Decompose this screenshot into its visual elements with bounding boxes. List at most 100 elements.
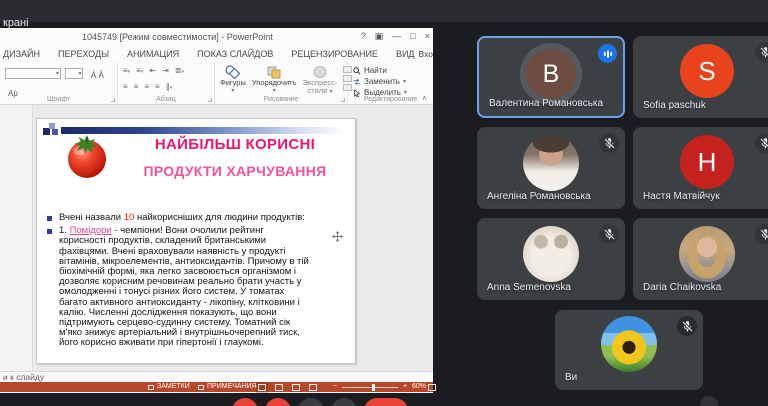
slideshow-view-button[interactable] (309, 384, 317, 391)
shapes-button[interactable]: Фигуры▾ (220, 65, 246, 95)
normal-view-button[interactable] (258, 384, 266, 391)
line-spacing-button[interactable]: ≣▾ (175, 66, 184, 77)
find-icon (353, 67, 361, 75)
replace-button[interactable]: Заменить▾ (353, 77, 429, 86)
align-right-button[interactable]: ≡ (144, 82, 149, 93)
bullet-marker (47, 229, 52, 234)
meet-window: крані 1045749 [Режим совместимости] - Po… (0, 0, 768, 406)
ribbon-options-button[interactable]: ▣ (375, 31, 384, 42)
notes-pane[interactable]: и к слайду (0, 371, 433, 382)
highlight-number: 10 (124, 212, 135, 223)
screen-share-banner-text: крані (3, 17, 29, 29)
zoom-in-button[interactable]: + (403, 382, 407, 392)
raise-hand-button[interactable] (331, 398, 357, 406)
tab-design[interactable]: ДИЗАЙН (0, 49, 49, 59)
avatar-photo (679, 226, 735, 282)
slide-thumbnails-panel[interactable] (0, 105, 33, 371)
reading-view-button[interactable] (292, 384, 300, 391)
grow-font-button[interactable]: А́ А̌ (91, 71, 104, 80)
avatar: H (680, 135, 734, 189)
participant-name: Anna Semenovska (487, 282, 571, 293)
font-name-combo[interactable]: ▾ (5, 68, 61, 79)
quick-styles-button[interactable]: Экспресс- стили ▾ (303, 65, 338, 96)
participant-name: Валентина Романовська (489, 98, 603, 109)
paragraph-dialog-launcher[interactable] (208, 98, 212, 102)
align-left-button[interactable]: ≡ (123, 82, 128, 93)
camera-button[interactable] (265, 398, 291, 406)
mic-off-icon (755, 42, 768, 62)
captions-button[interactable] (298, 398, 324, 406)
drawing-dialog-launcher[interactable] (341, 98, 345, 102)
zoom-slider[interactable] (342, 387, 398, 388)
tomato-image (63, 133, 111, 179)
paragraph-group-label: Абзац (118, 96, 214, 103)
slide-editing-area: НАЙБІЛЬШ КОРИСНІ ПРОДУКТИ ХАРЧУВАННЯ Вче… (0, 105, 433, 371)
quick-styles-icon (312, 65, 328, 79)
numbered-list-button[interactable]: ≡▾ (136, 66, 143, 77)
participant-name: Ви (565, 372, 577, 383)
zoom-out-button[interactable]: − (333, 382, 337, 392)
ribbon-group-font: ▾ ▾ А́ А̌ Ар Ж К Ч S AV Aa A Шрифт (0, 62, 118, 104)
bullet-item: Вчені назвали 10 найкорисніших для людин… (47, 213, 309, 223)
screen-share-banner (0, 0, 768, 22)
indent-decrease-button[interactable]: ⇤ (149, 66, 156, 77)
notes-toggle-button[interactable]: ЗАМЕТКИ (148, 382, 190, 392)
avatar: B (526, 49, 576, 99)
slide-title-line1: НАЙБІЛЬШ КОРИСНІ (121, 136, 349, 153)
sign-in-button[interactable]: Вхо (419, 49, 433, 59)
participant-tile[interactable]: Daria Chaikovska (633, 218, 768, 300)
notes-icon (148, 385, 154, 390)
ribbon-group-drawing: Фигуры▾ Упорядочить▾ Экспресс- (215, 62, 348, 104)
ribbon-group-editing: Найти Заменить▾ Выделить▾ (348, 62, 433, 104)
bullet-marker (47, 216, 52, 221)
font-size-combo[interactable]: ▾ (65, 68, 83, 79)
font-dialog-launcher[interactable] (111, 98, 115, 102)
powerpoint-titlebar: 1045749 [Режим совместимости] - PowerPoi… (0, 28, 433, 46)
move-cursor-icon (332, 231, 343, 242)
close-button[interactable]: × (425, 31, 430, 42)
slide-decoration-square (43, 128, 50, 135)
mic-off-icon (755, 224, 768, 244)
editing-group-label: Редактирование (348, 96, 433, 103)
mic-off-icon (599, 224, 619, 244)
tab-transitions[interactable]: ПЕРЕХОДЫ (49, 49, 118, 59)
help-button[interactable]: ? (361, 31, 366, 42)
indent-increase-button[interactable]: ⇥ (162, 66, 169, 77)
participant-tile[interactable]: S Sofia paschuk (633, 36, 768, 118)
collapse-ribbon-button[interactable]: ∧ (422, 94, 427, 102)
zoom-slider-thumb[interactable] (372, 384, 375, 391)
bullet-text: Вчені назвали 10 найкорисніших для людин… (59, 213, 305, 223)
participant-tile[interactable]: Ангеліна Романовська (477, 127, 625, 209)
comments-toggle-button[interactable]: ПРИМЕЧАНИЯ (198, 382, 257, 392)
ribbon: ▾ ▾ А́ А̌ Ар Ж К Ч S AV Aa A Шрифт (0, 62, 433, 105)
tab-animations[interactable]: АНИМАЦИЯ (118, 49, 188, 59)
font-group-label: Шрифт (0, 96, 117, 103)
participant-tile-self[interactable]: Ви (555, 310, 703, 390)
arrange-button[interactable]: Упорядочить▾ (252, 65, 297, 95)
slide-canvas[interactable]: НАЙБІЛЬШ КОРИСНІ ПРОДУКТИ ХАРЧУВАННЯ Вче… (36, 118, 356, 364)
mic-off-icon (755, 133, 768, 153)
participant-tile[interactable]: Anna Semenovska (477, 218, 625, 300)
mic-off-icon (599, 133, 619, 153)
fit-slide-button[interactable] (428, 384, 436, 391)
more-participants-button[interactable] (700, 396, 718, 406)
minimize-button[interactable]: — (392, 31, 401, 42)
align-center-button[interactable]: ≡ (134, 82, 139, 93)
bullet-list-button[interactable]: ≡▾ (123, 66, 130, 77)
tab-review[interactable]: РЕЦЕНЗИРОВАНИЕ (282, 49, 387, 59)
participant-tile[interactable]: H Настя Матвійчук (633, 127, 768, 209)
slide-sorter-view-button[interactable] (275, 384, 283, 391)
find-button[interactable]: Найти (353, 66, 429, 75)
leave-call-button[interactable] (364, 398, 408, 406)
slide-title: НАЙБІЛЬШ КОРИСНІ ПРОДУКТИ ХАРЧУВАННЯ (121, 136, 349, 179)
shapes-icon (224, 65, 241, 79)
maximize-button[interactable]: □ (410, 31, 415, 42)
participant-tile[interactable]: B Валентина Романовська (477, 36, 625, 118)
mic-button[interactable] (232, 398, 258, 406)
comments-icon (198, 385, 204, 390)
columns-button[interactable]: ∥▾ (166, 82, 173, 93)
avatar: S (680, 44, 734, 98)
replace-icon (353, 78, 361, 86)
justify-button[interactable]: ≡ (155, 82, 160, 93)
tab-slideshow[interactable]: ПОКАЗ СЛАЙДОВ (188, 49, 282, 59)
